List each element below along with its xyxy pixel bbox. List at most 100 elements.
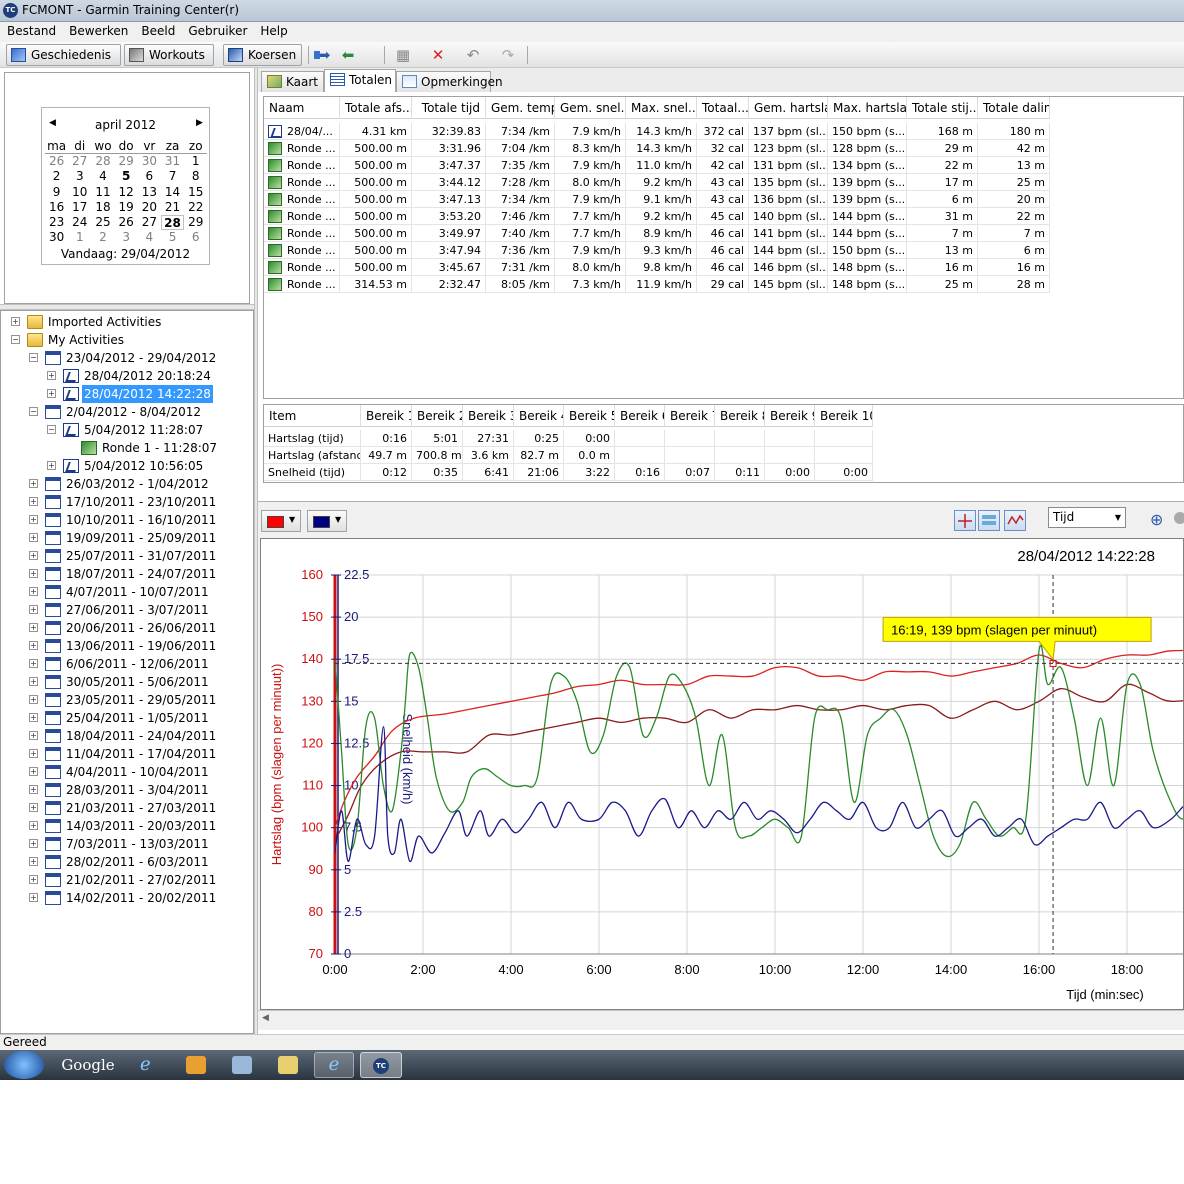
tree-item[interactable]: +11/04/2011 - 17/04/2011 xyxy=(1,745,253,763)
expand-icon[interactable]: + xyxy=(29,749,38,758)
zones-column-header[interactable]: Bereik 2 xyxy=(412,405,463,427)
tree-item[interactable]: +4/07/2011 - 10/07/2011 xyxy=(1,583,253,601)
tree-item[interactable]: +20/06/2011 - 26/06/2011 xyxy=(1,619,253,637)
expand-icon[interactable]: + xyxy=(29,497,38,506)
expand-icon[interactable]: + xyxy=(29,533,38,542)
calendar-day[interactable]: 11 xyxy=(91,185,114,200)
zones-column-header[interactable]: Bereik 9 xyxy=(765,405,815,427)
calendar-day[interactable]: 4 xyxy=(91,169,114,184)
expand-icon[interactable]: + xyxy=(47,389,56,398)
totals-column-header[interactable]: Gem. tempo xyxy=(486,97,555,119)
tree-item[interactable]: − My Activities xyxy=(1,331,253,349)
calendar-day[interactable]: 6 xyxy=(184,230,207,245)
calendar-day[interactable]: 26 xyxy=(115,215,138,230)
history-button[interactable]: Geschiedenis xyxy=(6,44,121,66)
calendar-day[interactable]: 3 xyxy=(68,169,91,184)
tree-item[interactable]: +10/10/2011 - 16/10/2011 xyxy=(1,511,253,529)
calendar-day[interactable]: 27 xyxy=(138,215,161,230)
menu-help[interactable]: Help xyxy=(253,22,293,38)
calendar-day[interactable]: 16 xyxy=(45,200,68,215)
heart-rate-speed-chart[interactable]: 16015014013012011010090807022.52017.5151… xyxy=(261,539,1183,1009)
tree-item[interactable]: +6/06/2011 - 12/06/2011 xyxy=(1,655,253,673)
table-row[interactable]: Hartslag (tijd) 0:16 5:01 27:31 0:25 0:00 xyxy=(264,430,873,447)
calendar-day[interactable]: 15 xyxy=(184,185,207,200)
graph-line-icon[interactable] xyxy=(1004,510,1026,531)
calendar-day[interactable]: 6 xyxy=(138,169,161,184)
redo-icon[interactable]: ↷ xyxy=(498,46,518,64)
zones-column-header[interactable]: Item xyxy=(264,405,361,427)
totals-column-header[interactable]: Naam xyxy=(264,97,340,119)
receive-from-device-icon[interactable]: ⬅ xyxy=(338,46,358,64)
expand-icon[interactable]: + xyxy=(29,659,38,668)
tree-item[interactable]: +13/06/2011 - 19/06/2011 xyxy=(1,637,253,655)
tab-opmerkingen[interactable]: Opmerkingen xyxy=(396,71,503,92)
calendar-day[interactable]: 24 xyxy=(68,215,91,230)
calendar-day[interactable]: 4 xyxy=(138,230,161,245)
tree-item[interactable]: +25/04/2011 - 1/05/2011 xyxy=(1,709,253,727)
totals-column-header[interactable]: Totale tijd xyxy=(412,97,486,119)
tree-item[interactable]: +5/04/2012 10:56:05 xyxy=(1,457,253,475)
calendar-day[interactable]: 21 xyxy=(161,200,184,215)
split-view-icon[interactable] xyxy=(978,510,1000,531)
expand-icon[interactable]: + xyxy=(29,695,38,704)
tab-totalen[interactable]: Totalen xyxy=(324,69,396,92)
calendar-day[interactable]: 29 xyxy=(184,215,207,230)
expand-icon[interactable]: + xyxy=(29,875,38,884)
totals-column-header[interactable]: Max. hartslag xyxy=(828,97,907,119)
series1-color-button[interactable]: ▼ xyxy=(261,510,301,532)
tree-item[interactable]: + Imported Activities xyxy=(1,313,253,331)
zones-column-header[interactable]: Bereik 6 xyxy=(615,405,665,427)
tree-item[interactable]: − 23/04/2012 - 29/04/2012 xyxy=(1,349,253,367)
menu-gebruiker[interactable]: Gebruiker xyxy=(181,22,253,38)
calendar-day[interactable]: 5 xyxy=(115,169,138,184)
menu-bewerken[interactable]: Bewerken xyxy=(62,22,134,38)
tree-item[interactable]: +14/02/2011 - 20/02/2011 xyxy=(1,889,253,907)
table-row[interactable]: Ronde ... 500.00 m 3:44.12 7:28 /km 8.0 km/h… xyxy=(264,174,1050,191)
totals-column-header[interactable]: Totaal... xyxy=(697,97,749,119)
zones-column-header[interactable]: Bereik 5 xyxy=(564,405,615,427)
collapse-icon[interactable]: − xyxy=(29,407,38,416)
horizontal-scrollbar[interactable]: ◀ xyxy=(258,1010,1184,1028)
calendar-day[interactable]: 1 xyxy=(68,230,91,245)
calendar-day[interactable]: 10 xyxy=(68,185,91,200)
calendar-day[interactable]: 19 xyxy=(115,200,138,215)
tree-item[interactable]: +19/09/2011 - 25/09/2011 xyxy=(1,529,253,547)
calendar-day[interactable]: 9 xyxy=(45,185,68,200)
expand-icon[interactable]: + xyxy=(29,839,38,848)
expand-icon[interactable]: + xyxy=(29,821,38,830)
totals-column-header[interactable]: Totale stij... xyxy=(907,97,978,119)
tree-item[interactable]: +21/03/2011 - 27/03/2011 xyxy=(1,799,253,817)
tree-item[interactable]: +28/04/2012 20:18:24 xyxy=(1,367,253,385)
start-button[interactable] xyxy=(4,1051,44,1079)
calendar-day[interactable]: 8 xyxy=(184,169,207,184)
zones-column-header[interactable]: Bereik 1 xyxy=(361,405,412,427)
expand-icon[interactable]: + xyxy=(29,785,38,794)
tree-item[interactable]: +28/03/2011 - 3/04/2011 xyxy=(1,781,253,799)
crosshair-tool-icon[interactable] xyxy=(954,510,976,531)
zones-column-header[interactable]: Bereik 7 xyxy=(665,405,715,427)
internet-explorer-task-button[interactable]: ℯ xyxy=(314,1052,354,1078)
totals-column-header[interactable]: Gem. snel... xyxy=(555,97,626,119)
calendar-day[interactable]: 18 xyxy=(91,200,114,215)
expand-icon[interactable]: + xyxy=(29,605,38,614)
table-row[interactable]: Ronde ... 500.00 m 3:49.97 7:40 /km 7.7 km/h… xyxy=(264,225,1050,242)
tree-item[interactable]: +14/03/2011 - 20/03/2011 xyxy=(1,817,253,835)
table-row[interactable]: 28/04/... 4.31 km 32:39.83 7:34 /km 7.9 km/h… xyxy=(264,123,1050,140)
internet-explorer-icon[interactable]: ℯ xyxy=(140,1052,162,1078)
tree-item[interactable]: +30/05/2011 - 5/06/2011 xyxy=(1,673,253,691)
calendar-day[interactable]: 3 xyxy=(115,230,138,245)
save-icon[interactable]: ▦ xyxy=(393,46,413,64)
zoom-in-icon[interactable]: ⊕ xyxy=(1150,510,1163,529)
tree-item[interactable]: +18/04/2011 - 24/04/2011 xyxy=(1,727,253,745)
tree-item[interactable]: +26/03/2012 - 1/04/2012 xyxy=(1,475,253,493)
table-row[interactable]: Ronde ... 500.00 m 3:47.94 7:36 /km 7.9 km/h… xyxy=(264,242,1050,259)
tree-item[interactable]: +28/02/2011 - 6/03/2011 xyxy=(1,853,253,871)
next-month-icon[interactable]: ▶ xyxy=(196,118,203,128)
calendar-day[interactable]: 23 xyxy=(45,215,68,230)
tree-item[interactable]: +23/05/2011 - 29/05/2011 xyxy=(1,691,253,709)
expand-icon[interactable]: + xyxy=(29,767,38,776)
calendar-day[interactable]: 26 xyxy=(45,154,68,169)
calendar-day[interactable]: 30 xyxy=(138,154,161,169)
menu-bestand[interactable]: Bestand xyxy=(0,22,62,38)
delete-icon[interactable]: ✕ xyxy=(428,46,448,64)
